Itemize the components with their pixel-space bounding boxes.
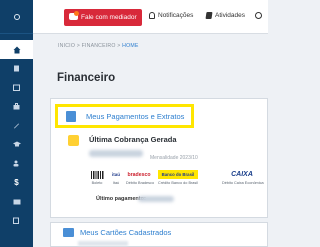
sidebar-item-book[interactable]	[0, 59, 33, 78]
gear-icon	[13, 13, 20, 20]
sidebar-item-id-card[interactable]	[0, 192, 33, 211]
last-charge-value	[89, 150, 143, 157]
briefcase-icon	[13, 103, 20, 110]
payment-itau[interactable]: itaú Itaú	[108, 170, 124, 185]
sidebar-item-pen[interactable]	[0, 116, 33, 135]
breadcrumb-section[interactable]: FINANCEIRO	[82, 43, 116, 49]
notification-dot	[74, 11, 79, 16]
caixa-logo: CAIXA	[231, 171, 253, 178]
sidebar-item-users[interactable]	[0, 154, 33, 173]
page-title: Financeiro	[57, 72, 116, 84]
bradesco-logo: bradesco	[127, 171, 151, 178]
receipt-icon	[68, 135, 79, 146]
monthly-label: Mensalidade 2023/10	[150, 155, 198, 161]
sidebar-item-graduation[interactable]	[0, 135, 33, 154]
barcode-icon	[90, 170, 104, 179]
book-icon	[205, 12, 213, 19]
credit-card-icon	[63, 228, 74, 237]
settings-button[interactable]	[0, 0, 33, 34]
activities-label: Atividades	[215, 12, 245, 19]
payment-boleto[interactable]: Boleto	[88, 170, 106, 185]
notifications-label: Notificações	[158, 12, 194, 19]
bell-icon	[149, 12, 155, 19]
home-icon	[13, 46, 20, 53]
notifications-link[interactable]: Notificações	[149, 12, 193, 19]
banco-do-brasil-logo: Banco do Brasil	[158, 170, 198, 179]
cards-subtitle	[78, 241, 128, 246]
breadcrumb-home[interactable]: INICIO	[58, 43, 75, 49]
graduation-icon	[12, 141, 21, 147]
pen-icon	[14, 123, 19, 129]
last-charge-title: Última Cobrança Gerada	[89, 135, 177, 144]
edit-icon	[13, 217, 19, 224]
payment-methods: Boleto itaú Itaú bradesco Débito Bradesc…	[88, 170, 268, 192]
dollar-icon: $	[14, 178, 19, 187]
sidebar: $	[0, 0, 33, 247]
top-bar: Fale com mediador Notificações Atividade…	[33, 0, 268, 34]
document-icon	[66, 110, 76, 122]
last-payment-value	[138, 196, 174, 202]
payment-caixa[interactable]: CAIXA Débito Caixa Econômica	[222, 170, 264, 185]
mediator-button-label: Fale com mediador	[81, 14, 137, 21]
sidebar-item-briefcase[interactable]	[0, 97, 33, 116]
sidebar-item-financial[interactable]: $	[0, 173, 33, 192]
itau-logo: itaú	[111, 172, 120, 177]
payment-bradesco[interactable]: bradesco Débito Bradesco	[126, 170, 154, 186]
activities-link[interactable]: Atividades	[205, 12, 245, 19]
id-card-icon	[13, 199, 20, 204]
book-icon	[14, 65, 19, 72]
calendar-icon	[13, 84, 20, 91]
circle-icon	[255, 12, 262, 19]
more-link[interactable]	[255, 12, 262, 19]
payments-link-label: Meus Pagamentos e Extratos	[86, 111, 185, 121]
cards-link[interactable]: Meus Cartões Cadastrados	[80, 228, 171, 237]
sidebar-item-calendar[interactable]	[0, 78, 33, 97]
mediator-button[interactable]: Fale com mediador	[64, 9, 142, 26]
breadcrumb: INICIO > FINANCEIRO > HOME	[58, 43, 139, 49]
sidebar-item-edit[interactable]	[0, 211, 33, 230]
payment-banco-do-brasil[interactable]: Banco do Brasil Crédito Banco do Brasil	[158, 170, 198, 185]
breadcrumb-current: HOME	[122, 43, 139, 49]
users-icon	[13, 160, 18, 167]
payments-link[interactable]: Meus Pagamentos e Extratos	[55, 104, 194, 128]
sidebar-item-home[interactable]	[0, 40, 33, 59]
